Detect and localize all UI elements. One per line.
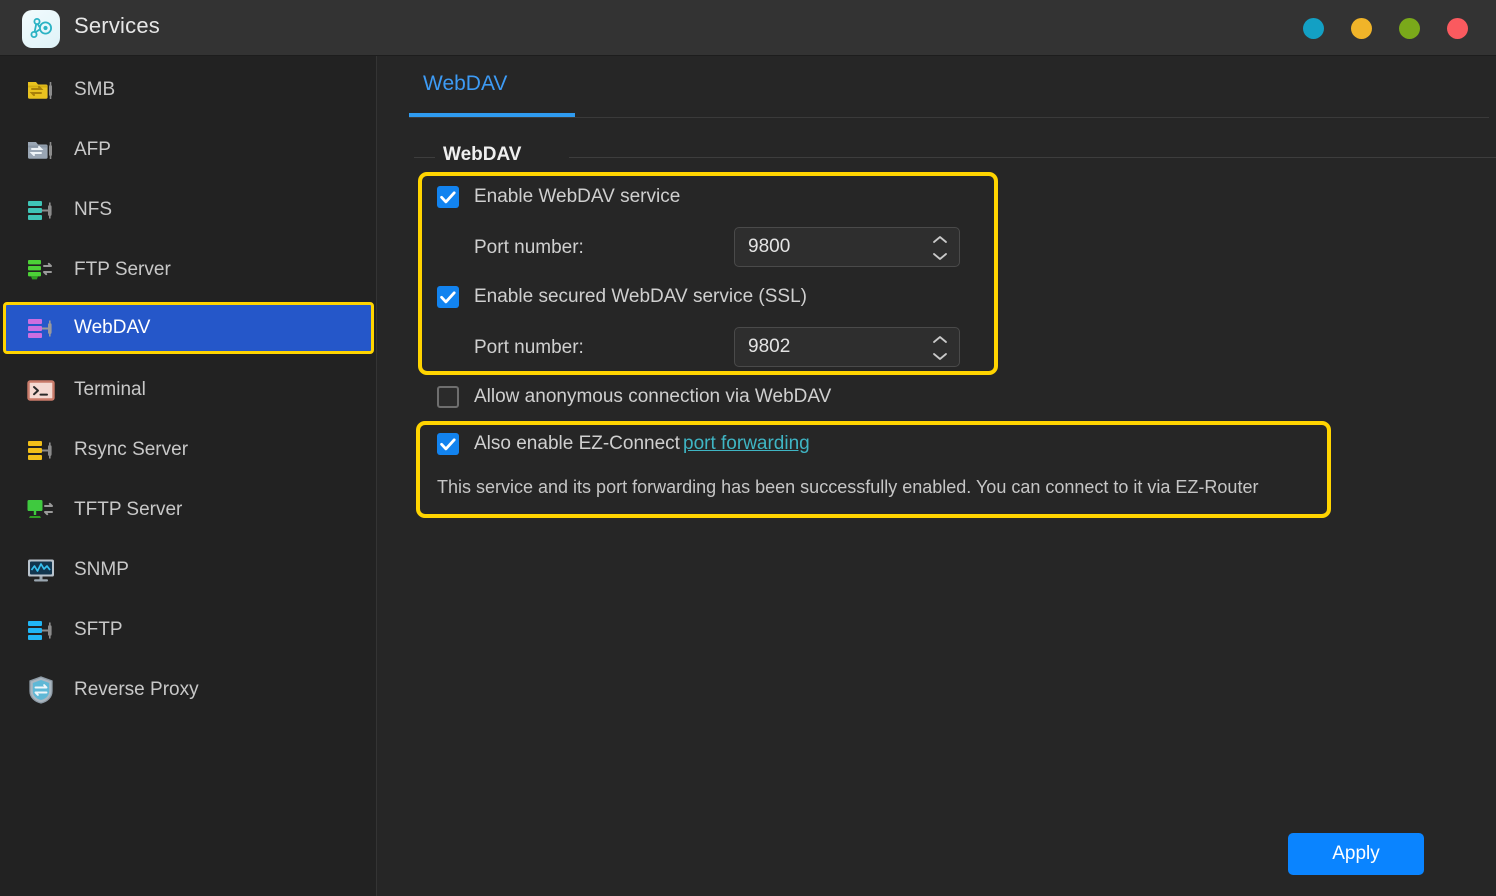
group-rule-left <box>414 157 436 158</box>
sidebar-item-label: SNMP <box>74 559 129 580</box>
tab-strip: WebDAV <box>378 56 1496 125</box>
enable-webdav-service-row[interactable]: Enable WebDAV service <box>437 186 680 208</box>
ez-connect-label: Also enable EZ-Connect <box>474 433 680 454</box>
sidebar-item-tftp-server[interactable]: TFTP Server <box>3 484 374 536</box>
spinner-up-icon-1[interactable] <box>932 235 948 244</box>
services-window: Services SMB AFP NFS FTP Server WebDAV T… <box>0 0 1496 896</box>
sidebar-item-label: Terminal <box>74 379 146 400</box>
enable-webdav-service-checkbox[interactable] <box>437 186 459 208</box>
enable-secured-webdav-row[interactable]: Enable secured WebDAV service (SSL) <box>437 286 807 308</box>
enable-secured-webdav-checkbox[interactable] <box>437 286 459 308</box>
webdav-server-icon <box>24 311 58 345</box>
port-spinner-arrows-1[interactable] <box>929 231 951 265</box>
sidebar-item-smb[interactable]: SMB <box>3 64 374 116</box>
sidebar-item-label: WebDAV <box>74 317 151 338</box>
sidebar-item-reverse-proxy[interactable]: Reverse Proxy <box>3 664 374 716</box>
sftp-server-icon <box>24 613 58 647</box>
port-number-spinbox-1[interactable] <box>734 227 960 267</box>
nfs-server-icon <box>24 193 58 227</box>
sidebar-item-snmp[interactable]: SNMP <box>3 544 374 596</box>
ez-connect-row[interactable]: Also enable EZ-Connect <box>437 433 680 455</box>
allow-anonymous-connection-row[interactable]: Allow anonymous connection via WebDAV <box>437 386 831 408</box>
ez-connect-checkbox[interactable] <box>437 433 459 455</box>
apply-button[interactable]: Apply <box>1288 833 1424 875</box>
sidebar-item-terminal[interactable]: Terminal <box>3 364 374 416</box>
group-rule-right <box>569 157 1496 158</box>
port-number-input-1[interactable] <box>748 236 918 258</box>
services-node-graph-icon <box>22 10 60 48</box>
port-number-label-1: Port number: <box>474 237 584 258</box>
port-spinner-arrows-2[interactable] <box>929 331 951 365</box>
group-box-title: WebDAV <box>435 144 530 166</box>
allow-anonymous-connection-label: Allow anonymous connection via WebDAV <box>474 386 832 407</box>
window-button-green[interactable] <box>1399 18 1420 39</box>
sidebar-item-label: SMB <box>74 79 116 100</box>
rsync-server-icon <box>24 433 58 467</box>
window-button-teal[interactable] <box>1303 18 1324 39</box>
ez-connect-status-text: This service and its port forwarding has… <box>437 477 1259 497</box>
afp-folder-share-icon <box>24 133 58 167</box>
window-button-yellow[interactable] <box>1351 18 1372 39</box>
terminal-icon <box>24 373 58 407</box>
sidebar-item-label: Rsync Server <box>74 439 189 460</box>
port-number-label-2: Port number: <box>474 337 584 358</box>
port-number-input-2[interactable] <box>748 336 918 358</box>
reverse-proxy-shield-icon <box>24 673 58 707</box>
spinner-down-icon-2[interactable] <box>932 352 948 361</box>
tab-strip-divider <box>409 117 1489 118</box>
snmp-monitor-icon <box>24 553 58 587</box>
smb-folder-share-icon <box>24 73 58 107</box>
spinner-down-icon-1[interactable] <box>932 252 948 261</box>
sidebar-item-label: Reverse Proxy <box>74 679 199 700</box>
sidebar-item-ftp-server[interactable]: FTP Server <box>3 244 374 296</box>
window-button-red[interactable] <box>1447 18 1468 39</box>
sidebar-item-label: AFP <box>74 139 111 160</box>
sidebar-item-rsync-server[interactable]: Rsync Server <box>3 424 374 476</box>
spinner-up-icon-2[interactable] <box>932 335 948 344</box>
sidebar-item-label: SFTP <box>74 619 123 640</box>
sidebar-item-webdav[interactable]: WebDAV <box>3 302 374 354</box>
allow-anonymous-connection-checkbox[interactable] <box>437 386 459 408</box>
title-bar: Services <box>0 0 1496 56</box>
sidebar-item-nfs[interactable]: NFS <box>3 184 374 236</box>
services-sidebar: SMB AFP NFS FTP Server WebDAV Terminal R… <box>0 56 377 896</box>
tftp-server-icon <box>24 493 58 527</box>
enable-webdav-service-label: Enable WebDAV service <box>474 186 681 207</box>
sidebar-item-label: FTP Server <box>74 259 171 280</box>
main-content: WebDAV WebDAV <box>378 56 1496 896</box>
enable-secured-webdav-label: Enable secured WebDAV service (SSL) <box>474 286 808 307</box>
sidebar-item-label: NFS <box>74 199 112 220</box>
port-number-spinbox-2[interactable] <box>734 327 960 367</box>
sidebar-item-afp[interactable]: AFP <box>3 124 374 176</box>
sidebar-item-sftp[interactable]: SFTP <box>3 604 374 656</box>
tab-webdav[interactable]: WebDAV <box>409 72 521 96</box>
ftp-server-icon <box>24 253 58 287</box>
port-forwarding-link[interactable]: port forwarding <box>683 433 810 455</box>
window-title: Services <box>74 13 160 38</box>
sidebar-item-label: TFTP Server <box>74 499 183 520</box>
